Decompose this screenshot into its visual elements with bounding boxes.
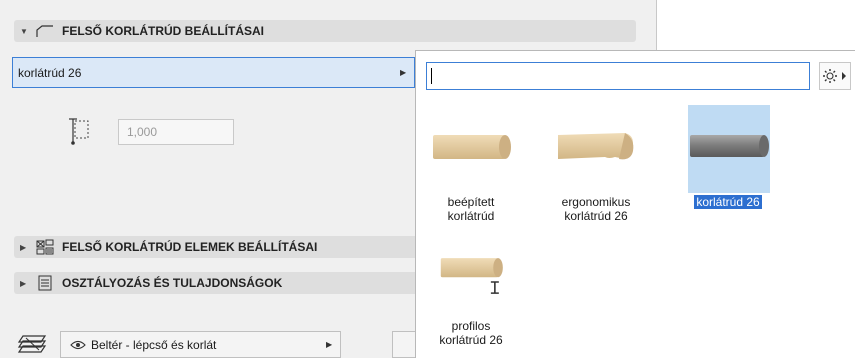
tile-label: beépített korlátrúd <box>447 195 495 223</box>
properties-icon <box>36 275 54 291</box>
settings-button[interactable] <box>819 62 851 90</box>
chevron-right-icon: ▶ <box>400 68 407 77</box>
offset-input[interactable]: 1,000 <box>118 119 234 145</box>
steel-tube-rail-thumbnail <box>690 135 769 157</box>
profile-picker-popup: beépített korlátrúd ergonomikus korlátrúd … <box>415 50 855 358</box>
profile-selector-value: korlátrúd 26 <box>18 65 82 80</box>
rail-offset-icon <box>69 118 89 145</box>
ergonomic-wood-rail-thumbnail <box>558 133 634 160</box>
chevron-right-icon: ▶ <box>326 340 333 349</box>
section-title: OSZTÁLYOZÁS ÉS TULAJDONSÁGOK <box>62 276 283 290</box>
text-caret <box>431 68 432 84</box>
profile-selector[interactable]: korlátrúd 26 ▶ <box>12 57 415 88</box>
profile-tile-korlatrud-26[interactable]: korlátrúd 26 <box>684 105 772 235</box>
profile-tile-custom[interactable]: profilos korlátrúd 26 <box>427 247 515 359</box>
profile-tile-built-in[interactable]: beépített korlátrúd <box>427 105 515 235</box>
i-beam-icon <box>490 281 499 294</box>
custom-wood-rail-thumbnail <box>440 258 503 294</box>
tile-label: profilos korlátrúd 26 <box>439 319 503 347</box>
rail-profile-icon <box>36 23 54 39</box>
gear-icon <box>823 69 846 83</box>
expand-triangle-icon[interactable]: ▶ <box>20 243 28 252</box>
layers-icon <box>17 335 47 353</box>
expand-triangle-icon[interactable]: ▶ <box>20 279 28 288</box>
search-input[interactable] <box>426 62 810 90</box>
offset-value: 1,000 <box>127 125 158 139</box>
section-header-top-rail[interactable]: ▼ FELSŐ KORLÁTRÚD BEÁLLÍTÁSAI <box>14 20 636 42</box>
rail-elements-icon <box>36 239 54 255</box>
layer-extra-button[interactable] <box>392 331 416 358</box>
layer-selector[interactable]: Beltér - lépcső és korlát ▶ <box>60 331 341 358</box>
layer-selector-value: Beltér - lépcső és korlát <box>91 337 217 352</box>
eye-icon <box>70 340 86 349</box>
section-title: FELSŐ KORLÁTRÚD ELEMEK BEÁLLÍTÁSAI <box>62 240 318 254</box>
collapse-triangle-icon[interactable]: ▼ <box>20 27 28 36</box>
tile-label: ergonomikus korlátrúd 26 <box>561 195 631 223</box>
selection-highlight <box>688 105 770 193</box>
profile-tile-ergonomic[interactable]: ergonomikus korlátrúd 26 <box>552 105 640 235</box>
section-title: FELSŐ KORLÁTRÚD BEÁLLÍTÁSAI <box>62 24 264 38</box>
round-wood-rail-thumbnail <box>433 135 511 159</box>
tile-label: korlátrúd 26 <box>694 195 762 209</box>
